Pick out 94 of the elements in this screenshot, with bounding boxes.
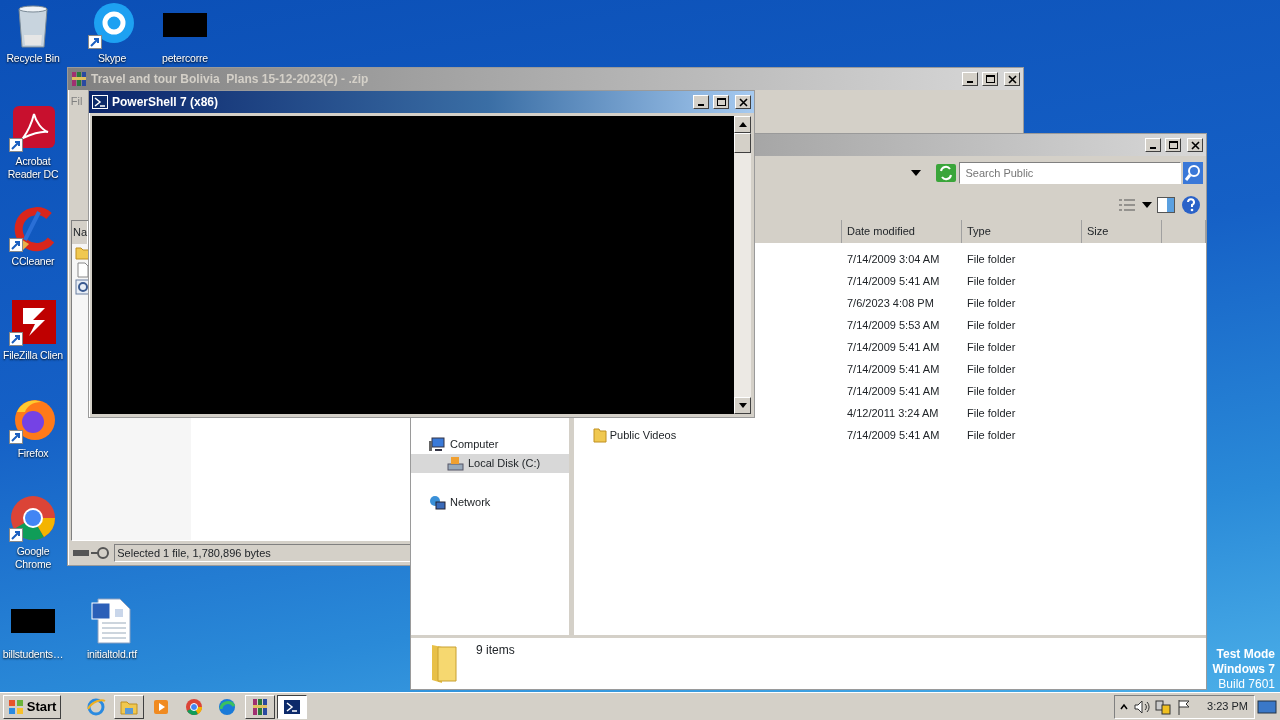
scroll-down-button[interactable] [734, 397, 752, 415]
window-title: Travel and tour Bolivia Plans 15-12-2023(2) - .zip [91, 71, 370, 88]
icon-label[interactable]: Skype [97, 52, 127, 65]
windows-logo-icon [7, 698, 24, 715]
maximize-icon [716, 98, 726, 106]
file-name[interactable]: Public Videos [609, 426, 677, 444]
table-cell-text: File folder [966, 383, 1017, 399]
edition-text: Build 7601 [1217, 677, 1275, 692]
computer-icon [429, 437, 446, 452]
browser-icon[interactable] [9, 494, 57, 542]
close-icon [738, 97, 748, 107]
up-arrow-icon [738, 121, 747, 127]
minimize-icon [967, 81, 973, 83]
caret-icon[interactable] [1141, 202, 1152, 208]
maximize-button[interactable] [1165, 138, 1181, 152]
drive-icon [447, 456, 464, 471]
terminal-icon [92, 95, 108, 109]
table-cell-text: 7/6/2023 4:08 PM [846, 295, 935, 311]
minimize-button[interactable] [693, 95, 709, 109]
folder-icon [593, 427, 607, 443]
icon-label[interactable]: CCleaner [11, 255, 55, 268]
refresh-icon[interactable] [935, 164, 956, 182]
minimize-icon [1150, 147, 1156, 149]
table-cell-text: File folder [966, 339, 1017, 355]
maximize-icon [985, 75, 995, 83]
nav-item[interactable]: Computer [411, 435, 569, 454]
icon-label[interactable]: billstudents… [2, 648, 64, 661]
scrollbar[interactable] [734, 115, 752, 415]
icon-label[interactable]: Google Chrome [3, 545, 63, 571]
table-cell-text: File folder [966, 317, 1017, 333]
minimize-icon [698, 104, 704, 106]
nav-item[interactable]: Network [411, 493, 569, 512]
table-cell-text: File folder [966, 361, 1017, 377]
edition-text: Test Mode [1215, 647, 1275, 662]
table-cell-text: File folder [966, 251, 1017, 267]
clock[interactable]: 3:23 PM [1207, 698, 1248, 715]
table-cell-text: File folder [966, 427, 1017, 443]
table-cell-text: File folder [966, 273, 1017, 289]
taskbar-button[interactable] [277, 694, 308, 719]
browser-icon [85, 696, 106, 717]
column-header[interactable]: Date modified [842, 220, 962, 243]
icon-label[interactable]: initialtold.rtf [86, 648, 138, 661]
help-icon[interactable] [1180, 195, 1201, 215]
column-header[interactable]: Na [72, 221, 87, 244]
table-cell-text: 7/14/2009 5:41 AM [846, 339, 941, 355]
table-cell-text: 7/14/2009 5:41 AM [846, 361, 941, 377]
show-desktop-icon[interactable] [1257, 698, 1278, 715]
preview-pane-icon[interactable] [1157, 197, 1175, 213]
column-header[interactable]: Type [962, 220, 1082, 243]
table-cell-text: 7/14/2009 3:04 AM [846, 251, 941, 267]
minimize-button[interactable] [962, 72, 978, 86]
down-arrow-icon [738, 403, 747, 409]
maximize-button[interactable] [982, 72, 998, 86]
close-button[interactable] [1187, 138, 1203, 152]
table-cell-text: 7/14/2009 5:41 AM [846, 427, 941, 443]
table-cell-text: File folder [966, 405, 1017, 421]
start-button[interactable]: Start [2, 694, 62, 719]
folder-icon [74, 244, 91, 261]
close-button[interactable] [1004, 72, 1020, 86]
close-icon [1190, 140, 1200, 150]
icon-label[interactable]: Recycle Bin [6, 52, 60, 65]
table-cell-text: 7/14/2009 5:53 AM [846, 317, 941, 333]
search-button[interactable] [1183, 162, 1204, 184]
browser-icon [216, 696, 237, 717]
edition-text: Windows 7 [1212, 662, 1275, 677]
table-cell-text: 7/14/2009 5:41 AM [846, 383, 941, 399]
close-button[interactable] [735, 95, 751, 109]
ftp-app-icon[interactable] [9, 298, 57, 346]
icon-label[interactable]: Acrobat Reader DC [3, 155, 63, 181]
status-icons-drawing [70, 546, 111, 560]
archive-icon [71, 71, 87, 87]
chevron-up-icon[interactable] [1120, 702, 1129, 711]
nav-item[interactable]: Local Disk (C:) [411, 454, 569, 473]
maximize-icon [1168, 141, 1178, 149]
column-header[interactable]: Size [1082, 220, 1162, 243]
caret-icon [911, 170, 921, 176]
maximize-button[interactable] [713, 95, 729, 109]
minimize-button[interactable] [1145, 138, 1161, 152]
icon-label[interactable]: petercorre [162, 52, 208, 65]
browser-icon [184, 696, 205, 717]
table-cell-text: 7/14/2009 5:41 AM [846, 273, 941, 289]
gear-icon [74, 278, 91, 295]
speaker-icon[interactable] [1133, 699, 1150, 714]
icon-label[interactable]: Firefox [17, 447, 49, 460]
scroll-up-button[interactable] [734, 115, 752, 133]
icon-label[interactable]: FileZilla Clien [3, 349, 63, 362]
window-title: PowerShell 7 (x86) [112, 94, 220, 111]
dropdown-button[interactable] [911, 170, 921, 176]
table-cell-text: 4/12/2011 3:24 AM [846, 405, 940, 421]
search-field[interactable]: Search Public [958, 162, 1181, 184]
close-icon [1007, 74, 1017, 84]
table-cell-text: File folder [966, 295, 1017, 311]
item-count: 9 items [476, 641, 515, 659]
flag-icon[interactable] [1176, 698, 1191, 715]
